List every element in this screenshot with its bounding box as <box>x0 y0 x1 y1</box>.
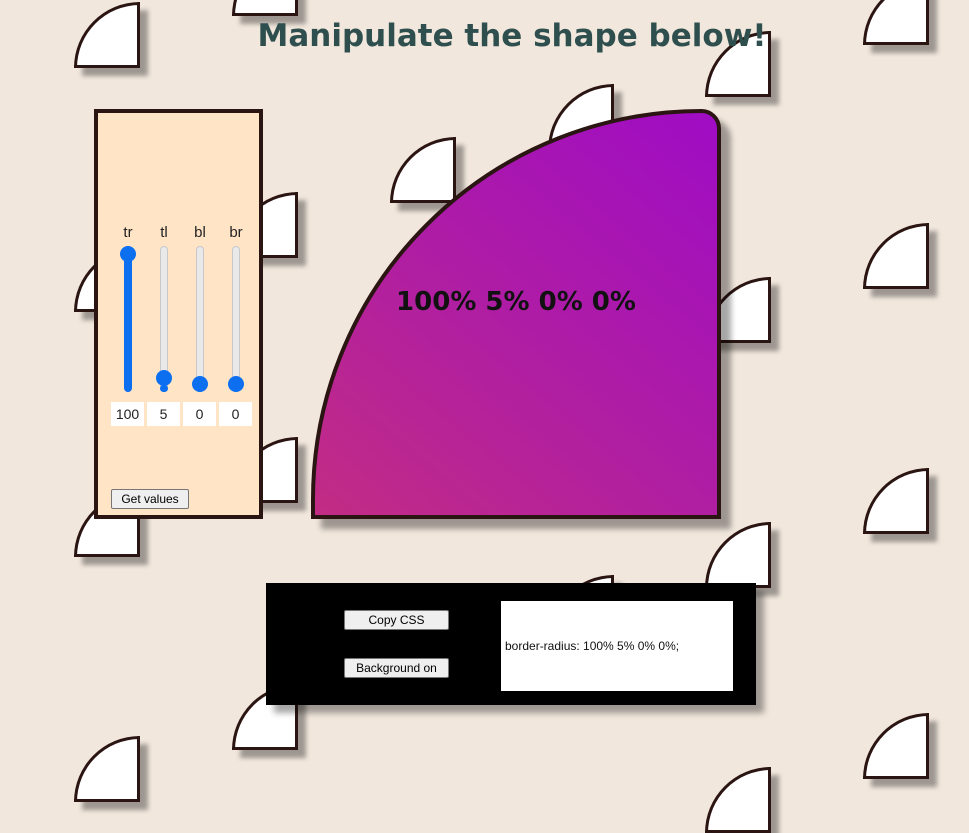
get-values-button[interactable]: Get values <box>111 489 189 509</box>
shape-radius-label: 100% 5% 0% 0% <box>396 287 636 317</box>
decor-quarter-circle <box>74 736 140 802</box>
output-panel: Copy CSS Background on border-radius: 10… <box>266 583 756 705</box>
decor-quarter-circle <box>705 522 771 588</box>
background-toggle-button[interactable]: Background on <box>344 658 449 678</box>
css-output-box[interactable]: border-radius: 100% 5% 0% 0%; <box>501 601 733 691</box>
slider-value-input[interactable]: 0 <box>219 402 252 426</box>
copy-css-button[interactable]: Copy CSS <box>344 610 449 630</box>
slider-value-input[interactable]: 100 <box>111 402 144 426</box>
slider-thumb[interactable] <box>120 246 136 262</box>
decor-quarter-circle <box>863 468 929 534</box>
slider-track[interactable] <box>192 246 208 392</box>
decor-quarter-circle <box>232 0 298 16</box>
slider-label: br <box>229 224 243 241</box>
decor-quarter-circle <box>705 767 771 833</box>
slider-tl[interactable]: tl 5 <box>146 224 182 426</box>
slider-bl[interactable]: bl 0 <box>182 224 218 426</box>
decor-quarter-circle <box>390 137 456 203</box>
radius-controls-panel: tr 100 tl 5 bl 0 br 0 Get values <box>94 109 263 519</box>
slider-track[interactable] <box>156 246 172 392</box>
slider-thumb[interactable] <box>228 376 244 392</box>
slider-br[interactable]: br 0 <box>218 224 254 426</box>
slider-label: tl <box>160 224 168 241</box>
slider-value-input[interactable]: 0 <box>183 402 216 426</box>
slider-thumb[interactable] <box>192 376 208 392</box>
slider-label: tr <box>123 224 133 241</box>
slider-fill <box>160 384 168 392</box>
slider-value-input[interactable]: 5 <box>147 402 180 426</box>
page-title: Manipulate the shape below! <box>257 18 767 54</box>
slider-track[interactable] <box>228 246 244 392</box>
slider-thumb[interactable] <box>156 369 172 386</box>
slider-tr[interactable]: tr 100 <box>110 224 146 426</box>
slider-label: bl <box>194 224 206 241</box>
shape-preview: 100% 5% 0% 0% <box>311 109 721 519</box>
decor-quarter-circle <box>863 713 929 779</box>
decor-quarter-circle <box>863 223 929 289</box>
slider-fill <box>124 246 132 392</box>
slider-track[interactable] <box>120 246 136 392</box>
